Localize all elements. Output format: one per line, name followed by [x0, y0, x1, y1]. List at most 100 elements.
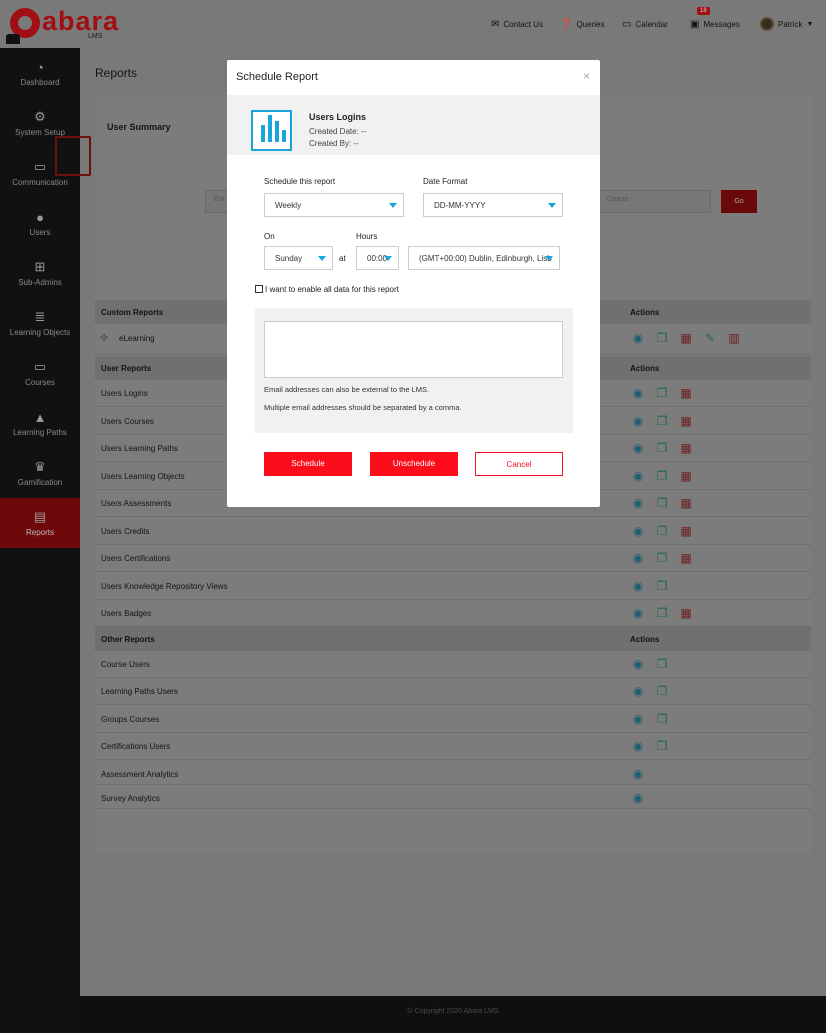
email-addresses-textarea[interactable] — [264, 321, 563, 378]
table-row: Learning Paths Users ◉ ❐ — [95, 678, 811, 705]
copy-icon[interactable]: ❐ — [654, 524, 670, 538]
enable-all-data-checkbox[interactable] — [255, 285, 263, 293]
report-link[interactable]: Groups Courses — [101, 715, 159, 724]
schedule-calendar-icon[interactable]: ▦ — [678, 551, 694, 565]
copy-icon[interactable]: ❐ — [654, 551, 670, 565]
table-row: Users Credits ◉ ❐ ▦ — [95, 518, 811, 545]
inbox-icon: ▣ — [690, 18, 700, 30]
view-icon[interactable]: ◉ — [630, 469, 646, 483]
report-link[interactable]: Certifications Users — [101, 742, 170, 751]
unschedule-button[interactable]: Unschedule — [370, 452, 458, 476]
report-link[interactable]: eLearning — [119, 334, 155, 343]
report-link[interactable]: Users Learning Objects — [101, 472, 185, 481]
copy-icon[interactable]: ❐ — [654, 579, 670, 593]
view-icon[interactable]: ◉ — [630, 767, 646, 781]
view-icon[interactable]: ◉ — [630, 657, 646, 671]
schedule-calendar-icon[interactable]: ▦ — [678, 386, 694, 400]
report-link[interactable]: Users Learning Paths — [101, 444, 178, 453]
schedule-calendar-icon[interactable]: ▦ — [678, 606, 694, 620]
bar-chart-icon — [251, 110, 292, 151]
abara-logo[interactable]: abara LMS — [4, 4, 118, 46]
schedule-calendar-icon[interactable]: ▦ — [678, 496, 694, 510]
report-link[interactable]: Survey Analytics — [101, 794, 160, 803]
user-menu[interactable]: Patrick ▼ — [760, 14, 813, 34]
schedule-calendar-icon[interactable]: ▦ — [678, 441, 694, 455]
view-icon[interactable]: ◉ — [630, 551, 646, 565]
day-select[interactable]: Sunday — [264, 246, 333, 270]
view-icon[interactable]: ◉ — [630, 386, 646, 400]
copy-icon[interactable]: ❐ — [654, 441, 670, 455]
cancel-button[interactable]: Cancel — [475, 452, 563, 476]
view-icon[interactable]: ◉ — [630, 524, 646, 538]
copy-icon[interactable]: ❐ — [654, 606, 670, 620]
copy-icon[interactable]: ❐ — [654, 469, 670, 483]
report-link[interactable]: Users Knowledge Repository Views — [101, 582, 228, 591]
sidebar-item-gamification[interactable]: ♛ Gamification — [0, 448, 80, 498]
view-icon[interactable]: ◉ — [630, 441, 646, 455]
messages-link[interactable]: ▣ Messages — [690, 14, 740, 34]
schedule-calendar-icon[interactable]: ▦ — [678, 469, 694, 483]
report-link[interactable]: Users Logins — [101, 389, 148, 398]
view-icon[interactable]: ◉ — [630, 331, 646, 345]
sidebar-item-courses[interactable]: ▭ Courses — [0, 348, 80, 398]
delete-trash-icon[interactable]: ▥ — [726, 331, 742, 345]
sidebar-item-learning-paths[interactable]: ▲ Learning Paths — [0, 398, 80, 448]
schedule-calendar-icon[interactable]: ▦ — [678, 524, 694, 538]
copy-icon[interactable]: ❐ — [654, 414, 670, 428]
view-icon[interactable]: ◉ — [630, 496, 646, 510]
calendar-link[interactable]: ▭ Calendar — [622, 14, 668, 34]
view-icon[interactable]: ◉ — [630, 606, 646, 620]
section-header-other_reports: Other Reports Actions — [95, 627, 811, 651]
edit-pencil-icon[interactable]: ✎ — [702, 331, 718, 345]
copy-icon[interactable]: ❐ — [654, 712, 670, 726]
view-icon[interactable]: ◉ — [630, 414, 646, 428]
timezone-select[interactable]: (GMT+00:00) Dublin, Edinburgh, Lisb — [408, 246, 560, 270]
row-actions: ◉ ❐ — [630, 579, 670, 593]
view-icon[interactable]: ◉ — [630, 579, 646, 593]
close-icon[interactable]: × — [583, 69, 590, 83]
copy-icon[interactable]: ❐ — [654, 386, 670, 400]
report-link[interactable]: Users Credits — [101, 527, 149, 536]
copy-icon[interactable]: ❐ — [654, 496, 670, 510]
sidebar-item-reports[interactable]: ▤ Reports — [0, 498, 80, 548]
view-icon[interactable]: ◉ — [630, 684, 646, 698]
copy-icon[interactable]: ❐ — [654, 684, 670, 698]
copy-icon[interactable]: ❐ — [654, 657, 670, 671]
sidebar-item-dashboard[interactable]: ◔ Dashboard — [0, 48, 80, 98]
schedule-calendar-icon[interactable]: ▦ — [678, 331, 694, 345]
view-icon[interactable]: ◉ — [630, 739, 646, 753]
schedule-calendar-icon[interactable]: ▦ — [678, 414, 694, 428]
report-link[interactable]: Course Users — [101, 660, 150, 669]
schedule-frequency-select[interactable]: Weekly — [264, 193, 404, 217]
copy-icon[interactable]: ❐ — [654, 331, 670, 345]
document-icon: ▤ — [33, 509, 47, 524]
view-icon[interactable]: ◉ — [630, 791, 646, 805]
report-link[interactable]: Learning Paths Users — [101, 687, 178, 696]
report-link[interactable]: Users Badges — [101, 609, 151, 618]
report-link[interactable]: Users Courses — [101, 417, 154, 426]
copy-icon[interactable]: ❐ — [654, 739, 670, 753]
table-row: Certifications Users ◉ ❐ — [95, 733, 811, 760]
schedule-button[interactable]: Schedule — [264, 452, 352, 476]
sidebar-item-learning-objects[interactable]: ≣ Learning Objects — [0, 298, 80, 348]
monitor-icon: ▭ — [33, 359, 47, 374]
date-format-select[interactable]: DD-MM-YYYY — [423, 193, 563, 217]
row-actions: ◉ ❐ ▦ — [630, 441, 694, 455]
email-note-separator: Multiple email addresses should be separ… — [264, 403, 462, 412]
course-filter-input[interactable]: Course — [597, 190, 711, 213]
sidebar-item-users[interactable]: ● Users — [0, 198, 80, 248]
contact-us-link[interactable]: ✉ Contact Us — [491, 14, 543, 34]
report-link[interactable]: Users Assessments — [101, 499, 171, 508]
report-link[interactable]: Assessment Analytics — [101, 770, 178, 779]
table-row: Users Knowledge Repository Views ◉ ❐ — [95, 573, 811, 600]
chevron-down-icon — [548, 203, 556, 208]
queries-link[interactable]: ❓ Queries — [560, 14, 604, 34]
row-actions: ◉ ❐ — [630, 739, 670, 753]
drag-handle-icon[interactable]: ✥ — [100, 333, 108, 344]
report-link[interactable]: Users Certifications — [101, 554, 170, 563]
view-icon[interactable]: ◉ — [630, 712, 646, 726]
hours-select[interactable]: 00:00 — [356, 246, 399, 270]
go-button[interactable]: Go — [721, 190, 757, 213]
sidebar-item-label: Learning Paths — [13, 427, 67, 437]
sidebar-item-sub-admins[interactable]: ⊞ Sub-Admins — [0, 248, 80, 298]
